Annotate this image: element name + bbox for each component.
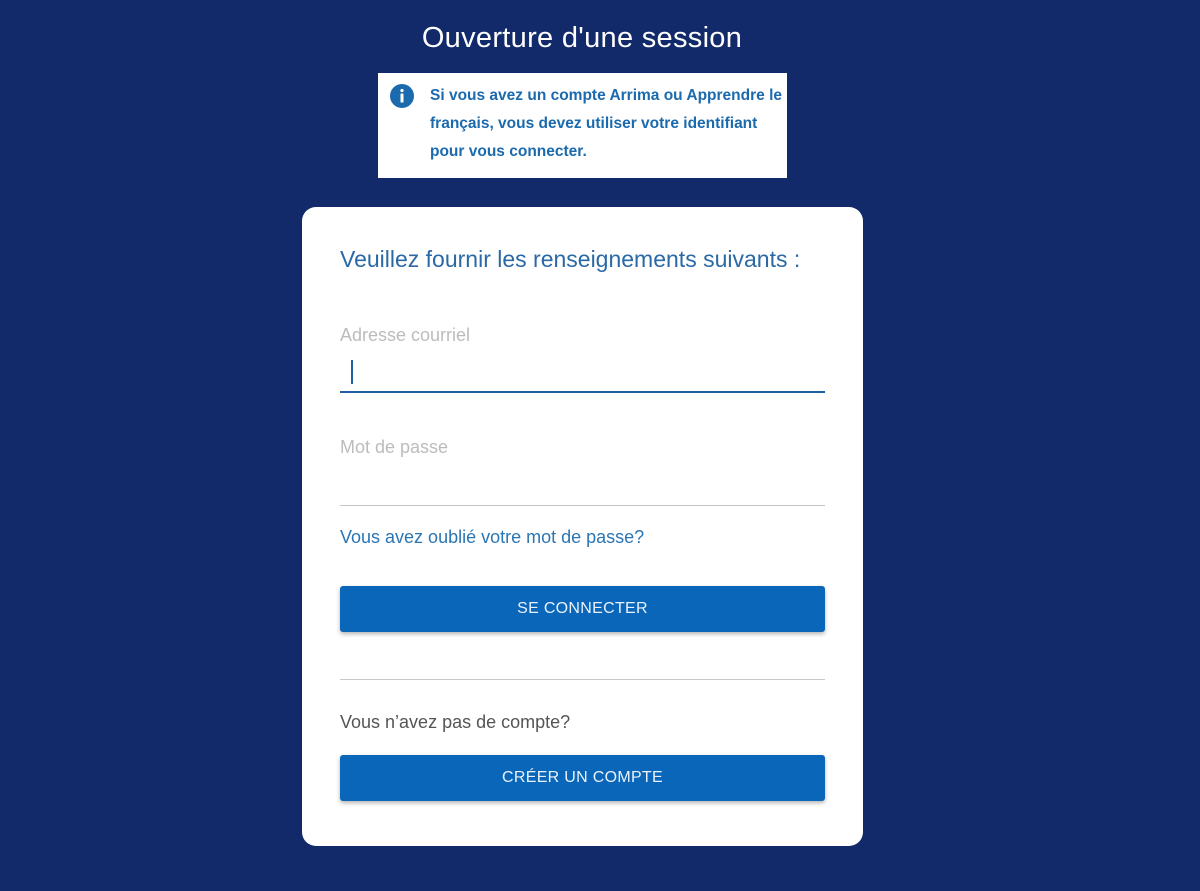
create-account-button[interactable]: CRÉER UN COMPTE xyxy=(340,755,825,801)
info-icon xyxy=(390,84,414,108)
email-input[interactable] xyxy=(340,357,825,393)
page-title: Ouverture d'une session xyxy=(421,22,743,54)
password-label: Mot de passe xyxy=(340,437,449,457)
login-button[interactable]: SE CONNECTER xyxy=(340,586,825,632)
login-card: Veuillez fournir les renseignements suiv… xyxy=(302,207,863,846)
password-input[interactable] xyxy=(340,470,825,506)
no-account-text: Vous n’avez pas de compte? xyxy=(340,712,571,732)
info-message: Si vous avez un compte Arrima ou Apprend… xyxy=(430,87,782,160)
text-caret xyxy=(351,360,353,384)
divider xyxy=(340,679,825,680)
forgot-password-link[interactable]: Vous avez oublié votre mot de passe? xyxy=(340,525,644,549)
form-heading: Veuillez fournir les renseignements suiv… xyxy=(340,246,801,272)
info-banner: Si vous avez un compte Arrima ou Apprend… xyxy=(378,73,787,178)
email-label: Adresse courriel xyxy=(340,325,471,345)
